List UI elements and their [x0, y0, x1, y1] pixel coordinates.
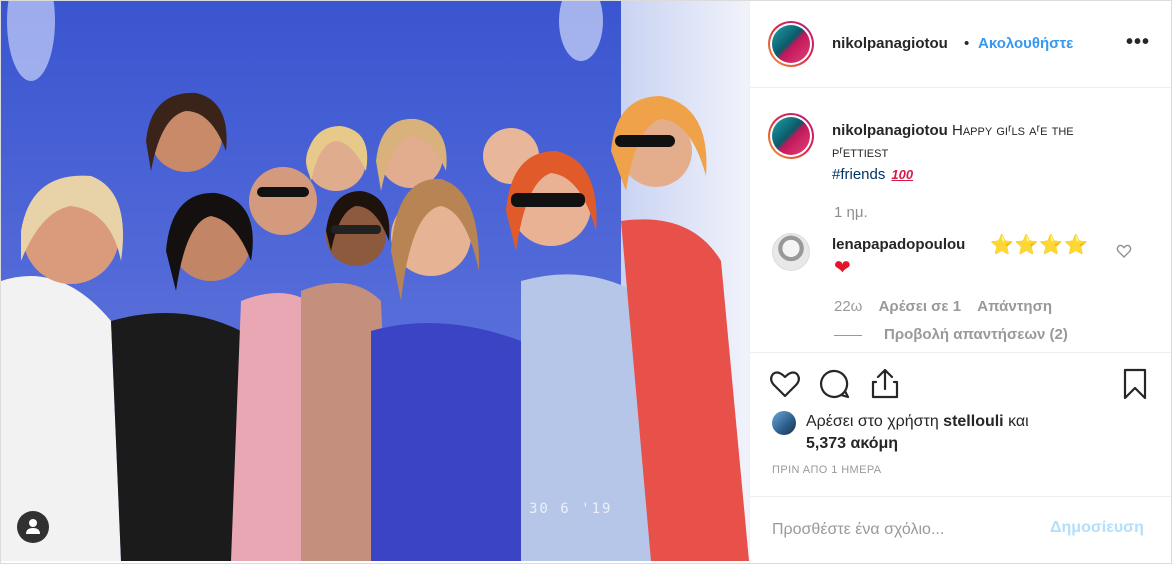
share-icon[interactable] [868, 367, 902, 401]
stars-emoji: ⭐⭐⭐⭐ [990, 235, 1089, 256]
action-bar [750, 352, 1171, 412]
user-tag-button[interactable] [17, 511, 49, 543]
reply-button[interactable]: Απάντηση [977, 298, 1052, 315]
hashtag-friends[interactable]: #friends [832, 166, 885, 183]
comment-likes-count[interactable]: Αρέσει σε 1 [879, 298, 962, 315]
commenter-avatar[interactable] [772, 233, 810, 271]
liker-avatar[interactable] [772, 411, 796, 435]
post-timestamp[interactable]: ΠΡΙΝ ΑΠΟ 1 ΗΜΕΡΑ [772, 464, 882, 476]
instagram-post-modal: 30 6 '19 nikolpanagiotou • Ακολουθήστε •… [0, 0, 1172, 564]
post-header: nikolpanagiotou • Ακολουθήστε ••• [750, 1, 1171, 88]
post-comment-button[interactable]: Δημοσίευση [1050, 519, 1144, 537]
liker-username[interactable]: stellouli [943, 413, 1003, 430]
more-options-icon[interactable]: ••• [1126, 31, 1150, 54]
caption-author-avatar[interactable] [768, 113, 814, 159]
post-photo-illustration [1, 1, 749, 561]
red-heart-emoji: ❤ [834, 257, 851, 279]
bookmark-icon[interactable] [1118, 367, 1152, 401]
caption-username[interactable]: nikolpanagiotou [832, 122, 948, 139]
likes-text: Αρέσει στο χρήστη stellouli και 5,373 ακ… [806, 411, 1126, 455]
hundred-points-emoji: 100 [891, 167, 914, 182]
commenter-username[interactable]: lenapapadopoulou [832, 236, 965, 253]
small-heart-icon [1116, 244, 1132, 258]
likes-prefix: Αρέσει στο χρήστη [806, 413, 939, 430]
likes-count[interactable]: 5,373 ακόμη [806, 435, 898, 452]
post-caption: nikolpanagiotou Happy giʳls aʳe the pʳet… [832, 120, 1132, 186]
caption-age[interactable]: 1 ημ. [834, 204, 868, 221]
author-avatar[interactable] [768, 21, 814, 67]
follow-button[interactable]: Ακολουθήστε [978, 35, 1073, 52]
heart-outline-icon[interactable] [768, 367, 802, 401]
likes-conj: και [1008, 413, 1029, 430]
speech-bubble-icon[interactable] [818, 367, 852, 401]
header-separator: • [964, 35, 970, 52]
post-photo[interactable]: 30 6 '19 [1, 1, 749, 561]
photo-date-stamp: 30 6 '19 [529, 501, 613, 517]
view-replies-button[interactable]: Προβολή απαντήσεων (2) [884, 326, 1068, 343]
comment-meta: 22ω Αρέσει σε 1 Απάντηση [834, 298, 1064, 315]
comment-like-button[interactable] [1116, 243, 1132, 264]
comment-age[interactable]: 22ω [834, 298, 862, 315]
replies-divider [834, 335, 862, 336]
comment-input[interactable] [772, 517, 1042, 543]
post-side-panel: nikolpanagiotou • Ακολουθήστε ••• nikolp… [749, 1, 1171, 563]
author-username[interactable]: nikolpanagiotou [832, 35, 948, 52]
user-tag-icon [26, 519, 40, 534]
comment-form: Δημοσίευση [750, 496, 1171, 563]
